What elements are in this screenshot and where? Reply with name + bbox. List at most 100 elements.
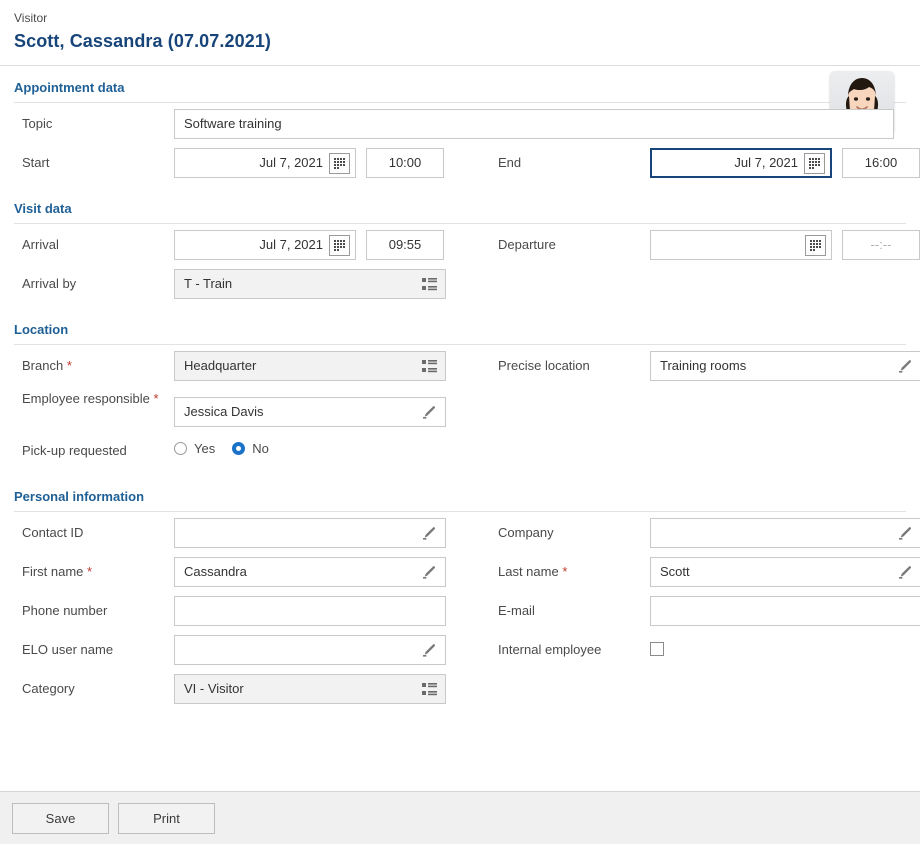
elo-user-name-group: ELO user name	[14, 635, 490, 665]
pencil-icon[interactable]	[421, 525, 438, 542]
start-group: Start Jul 7, 2021 10:00	[14, 148, 490, 178]
label-contact-id: Contact ID	[22, 525, 84, 540]
precise-location-input[interactable]: Training rooms	[650, 351, 920, 381]
required-marker: *	[87, 564, 93, 579]
category-value: VI - Visitor	[184, 681, 244, 696]
precise-location-value: Training rooms	[660, 358, 747, 373]
pencil-icon[interactable]	[897, 564, 914, 581]
section-title-visit: Visit data	[14, 201, 72, 216]
pencil-icon[interactable]	[421, 404, 438, 421]
label-branch-text: Branch	[22, 358, 64, 373]
contact-id-group: Contact ID	[14, 518, 490, 548]
label-internal-employee: Internal employee	[498, 642, 602, 657]
pickup-option-yes[interactable]: Yes	[174, 441, 215, 456]
end-time-input[interactable]: 16:00	[842, 148, 920, 178]
required-marker: *	[153, 391, 159, 406]
label-first-name: First name *	[14, 557, 174, 580]
record-type-label: Visitor	[14, 11, 48, 25]
arrival-by-value: T - Train	[184, 276, 233, 291]
last-name-group: Last name * Scott	[490, 557, 920, 587]
email-input[interactable]	[650, 596, 920, 626]
pencil-icon[interactable]	[421, 564, 438, 581]
arrival-time-value: 09:55	[388, 237, 422, 252]
topic-value: Software training	[184, 116, 282, 131]
label-branch: Branch *	[14, 351, 174, 374]
pencil-icon[interactable]	[897, 358, 914, 375]
pencil-icon[interactable]	[421, 642, 438, 659]
precise-location-group: Precise location Training rooms	[490, 351, 920, 381]
label-elo-user-name: ELO user name	[22, 642, 114, 657]
arrival-group: Arrival Jul 7, 2021 09:55	[14, 230, 490, 260]
employee-responsible-value: Jessica Davis	[184, 404, 264, 419]
list-lookup-icon[interactable]	[420, 357, 439, 376]
visitor-appointment-form: Visitor Scott, Cassandra (07.07.2021) Ap…	[0, 0, 920, 844]
section-title-location: Location	[14, 322, 69, 337]
email-group: E-mail	[490, 596, 920, 626]
departure-time-placeholder: --:--	[870, 237, 892, 252]
label-email: E-mail	[498, 603, 535, 618]
radio-icon[interactable]	[174, 442, 187, 455]
label-end: End	[498, 155, 522, 170]
row-branch-precise: Branch * Headquarter Precise location Tr…	[14, 351, 920, 381]
row-pickup-requested: Pick-up requested Yes No	[14, 436, 906, 466]
category-input[interactable]: VI - Visitor	[174, 674, 446, 704]
company-group: Company	[490, 518, 920, 548]
contact-id-input[interactable]	[174, 518, 446, 548]
calendar-icon[interactable]	[329, 234, 350, 256]
save-button[interactable]: Save	[12, 802, 109, 834]
section-appointment-data: Appointment data Topic Software training…	[0, 66, 920, 178]
row-phone-email: Phone number E-mail	[14, 596, 920, 626]
start-date-input[interactable]: Jul 7, 2021	[174, 148, 356, 178]
first-name-value: Cassandra	[184, 564, 247, 579]
topic-input[interactable]: Software training	[174, 109, 894, 139]
label-pickup-requested: Pick-up requested	[22, 443, 127, 458]
label-start: Start	[22, 155, 50, 170]
departure-time-input[interactable]: --:--	[842, 230, 920, 260]
calendar-icon[interactable]	[329, 152, 350, 174]
company-input[interactable]	[650, 518, 920, 548]
label-topic: Topic	[22, 116, 53, 131]
page-title: Scott, Cassandra (07.07.2021)	[14, 31, 272, 51]
row-start-end: Start Jul 7, 2021 10:00 End Jul 7, 2021 …	[14, 148, 920, 178]
list-lookup-icon[interactable]	[420, 680, 439, 699]
start-time-input[interactable]: 10:00	[366, 148, 444, 178]
row-topic: Topic Software training	[14, 109, 906, 139]
form-footer: Save Print	[0, 791, 920, 844]
start-date-value: Jul 7, 2021	[259, 155, 323, 170]
row-arrival-departure: Arrival Jul 7, 2021 09:55 Departure --:-…	[14, 230, 920, 260]
branch-value: Headquarter	[184, 358, 257, 373]
arrival-date-input[interactable]: Jul 7, 2021	[174, 230, 356, 260]
phone-number-input[interactable]	[174, 596, 446, 626]
first-name-input[interactable]: Cassandra	[174, 557, 446, 587]
row-category: Category VI - Visitor	[14, 674, 906, 704]
departure-group: Departure --:--	[490, 230, 920, 260]
radio-icon-selected[interactable]	[232, 442, 246, 455]
elo-user-name-input[interactable]	[174, 635, 446, 665]
internal-employee-checkbox[interactable]	[650, 642, 664, 656]
label-first-name-text: First name	[22, 564, 84, 579]
pickup-option-yes-label: Yes	[194, 441, 216, 456]
page-header: Visitor Scott, Cassandra (07.07.2021)	[0, 0, 920, 54]
calendar-icon[interactable]	[805, 234, 826, 256]
print-button[interactable]: Print	[118, 802, 215, 834]
end-date-input[interactable]: Jul 7, 2021	[650, 148, 832, 178]
row-contact-company: Contact ID Company	[14, 518, 920, 548]
label-employee-responsible-text: Employee responsible	[22, 391, 150, 406]
section-title-personal: Personal information	[14, 489, 145, 504]
pickup-option-no-label: No	[252, 441, 269, 456]
branch-input[interactable]: Headquarter	[174, 351, 446, 381]
pickup-option-no[interactable]: No	[232, 441, 269, 456]
departure-date-input[interactable]	[650, 230, 832, 260]
employee-responsible-input[interactable]: Jessica Davis	[174, 397, 446, 427]
first-name-group: First name * Cassandra	[14, 557, 490, 587]
arrival-time-input[interactable]: 09:55	[366, 230, 444, 260]
label-arrival: Arrival	[22, 237, 59, 252]
label-category: Category	[22, 681, 75, 696]
list-lookup-icon[interactable]	[420, 275, 439, 294]
last-name-input[interactable]: Scott	[650, 557, 920, 587]
row-arrival-by: Arrival by T - Train	[14, 269, 906, 299]
pencil-icon[interactable]	[897, 525, 914, 542]
arrival-by-input[interactable]: T - Train	[174, 269, 446, 299]
section-title-appointment: Appointment data	[14, 80, 125, 95]
calendar-icon[interactable]	[804, 152, 825, 174]
